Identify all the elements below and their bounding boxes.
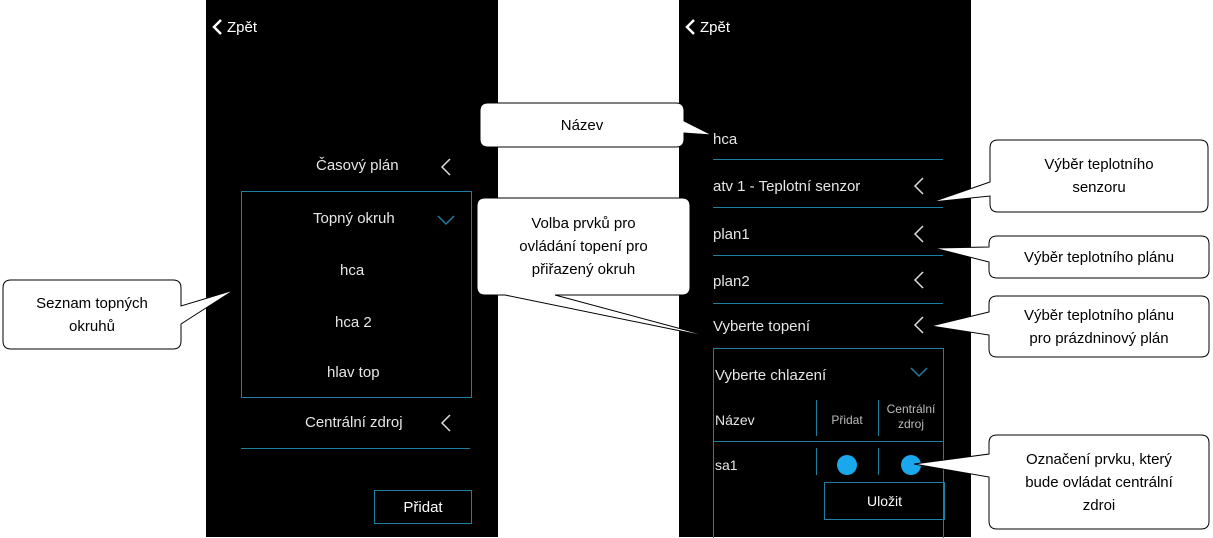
- callout-line: zdroi: [1082, 496, 1116, 514]
- callout-line: Výběr teplotního: [1044, 156, 1154, 173]
- callout-central-source-text: Označení prvku, který bude ovládat centr…: [989, 435, 1209, 529]
- callout-line: bude ovládat centrální: [1025, 473, 1173, 491]
- callout-line: Název: [560, 116, 604, 134]
- callout-line: pro prázdninový plán: [1029, 329, 1169, 347]
- callout-line: přiřazený okruh: [531, 261, 636, 278]
- callout-sensor-text: Výběr teplotního senzoru: [990, 140, 1208, 212]
- callout-elements-text: Volba prvků pro ovládání topení pro přiř…: [477, 198, 690, 295]
- callout-line: Výběr teplotního plánu: [1023, 306, 1175, 324]
- callout-name-text: Název: [480, 103, 684, 147]
- callout-line: Seznam topných: [36, 294, 148, 312]
- callout-line: Volba prvků pro: [531, 215, 636, 232]
- callout-line: ovládání topení pro: [519, 238, 648, 255]
- callout-line: senzoru: [1072, 179, 1126, 196]
- callout-temp-plan-text: Výběr teplotního plánu: [989, 236, 1209, 278]
- callout-line: okruhů: [69, 317, 115, 335]
- callout-line: Označení prvku, který: [1026, 450, 1172, 468]
- callout-holiday-plan-text: Výběr teplotního plánu pro prázdninový p…: [989, 296, 1209, 357]
- callout-list-circuits-text: Seznam topných okruhů: [3, 280, 181, 349]
- callout-line: Výběr teplotního plánu: [1023, 248, 1175, 266]
